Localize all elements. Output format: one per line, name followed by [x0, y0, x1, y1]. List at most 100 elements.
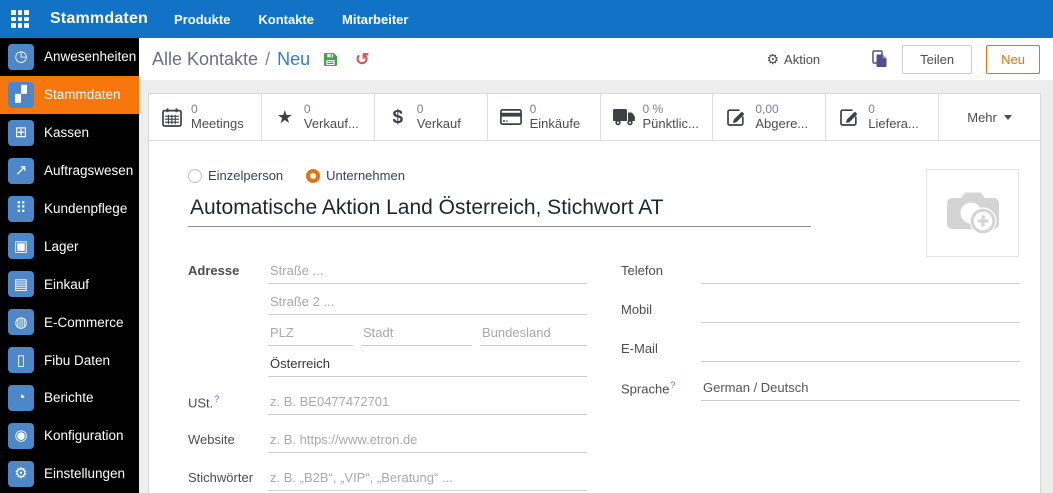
stat-label: Meetings	[191, 116, 244, 132]
sidebar-item-einkauf[interactable]: ▤ Einkauf	[0, 265, 139, 303]
radio-einzelperson[interactable]: Einzelperson	[188, 168, 283, 183]
aktion-label: Aktion	[784, 51, 821, 67]
aktion-button[interactable]: ⚙ Aktion	[766, 52, 820, 67]
save-icon[interactable]	[323, 52, 338, 67]
teilen-button[interactable]: Teilen	[902, 44, 973, 74]
stat-button-einkaeufe[interactable]: 0 Einkäufe	[487, 94, 601, 140]
crm-people-icon: ⠿	[8, 195, 34, 222]
reports-gauge-icon: ◔	[8, 384, 34, 411]
credit-card-icon	[499, 109, 523, 125]
topnav-produkte[interactable]: Produkte	[174, 12, 230, 27]
orders-chart-icon: ↗	[8, 157, 34, 184]
purchase-wallet-icon: ▤	[8, 271, 34, 298]
ust-label: USt.?	[188, 394, 220, 411]
stat-button-puenktlichkeit[interactable]: 0 % Pünktlic...	[600, 94, 714, 140]
stat-button-meetings[interactable]: 0 Meetings	[149, 94, 262, 140]
stat-button-verkauf[interactable]: $ 0 Verkauf	[374, 94, 488, 140]
sidebar-item-kundenpflege[interactable]: ⠿ Kundenpflege	[0, 190, 139, 228]
email-input[interactable]	[701, 338, 1020, 362]
stat-value: 0,00	[755, 102, 779, 116]
app-title[interactable]: Stammdaten	[50, 10, 148, 28]
telefon-input[interactable]	[701, 260, 1020, 284]
mobil-input[interactable]	[701, 299, 1020, 323]
stat-label: Liefera...	[868, 116, 919, 132]
sidebar-item-label: E-Commerce	[44, 314, 124, 330]
website-input[interactable]	[268, 429, 587, 453]
stat-value: 0	[529, 102, 537, 116]
stadt-input[interactable]	[361, 322, 472, 346]
content-area: 0 Meetings ★ 0 Verkauf... $ 0 Verkauf 0 …	[139, 80, 1053, 493]
sidebar-item-auftragswesen[interactable]: ↗ Auftragswesen	[0, 152, 139, 190]
stichwoerter-label: Stichwörter	[188, 470, 254, 485]
sidebar-item-label: Stammdaten	[44, 87, 121, 103]
pos-grid-icon: ⊞	[8, 119, 34, 146]
breadcrumb-current: Neu	[277, 48, 311, 69]
sidebar-item-label: Berichte	[44, 390, 94, 406]
stat-button-lieferauftraege[interactable]: 0 Liefera...	[826, 94, 940, 140]
sidebar-item-ecommerce[interactable]: ◍ E-Commerce	[0, 303, 139, 341]
stat-button-abgerechnet[interactable]: 0,00 Abgere...	[713, 94, 827, 140]
ecommerce-globe-icon: ◍	[8, 309, 34, 336]
ust-input[interactable]	[268, 391, 587, 415]
contact-name-input[interactable]	[188, 196, 811, 227]
copy-icon[interactable]	[872, 50, 888, 68]
strasse2-input[interactable]	[268, 291, 587, 315]
radio-label: Einzelperson	[208, 168, 284, 183]
sidebar-item-lager[interactable]: ▣ Lager	[0, 227, 139, 265]
land-input[interactable]	[268, 353, 587, 377]
topnav-kontakte[interactable]: Kontakte	[258, 12, 314, 27]
telefon-label: Telefon	[621, 263, 663, 278]
mobil-label: Mobil	[621, 302, 653, 317]
sidebar-item-anwesenheiten[interactable]: ◷ Anwesenheiten	[0, 38, 139, 76]
topbar: Stammdaten Produkte Kontakte Mitarbeiter	[0, 0, 1053, 38]
sprache-input[interactable]	[701, 377, 1020, 401]
sidebar-item-label: Kassen	[44, 125, 90, 141]
stat-value: 0	[191, 102, 198, 116]
radio-unselected-icon	[188, 168, 202, 183]
sidebar-item-label: Anwesenheiten	[44, 49, 137, 65]
edit-icon	[724, 107, 748, 127]
sidebar-item-fibu-daten[interactable]: ▯ Fibu Daten	[0, 341, 139, 379]
caret-down-icon	[1003, 114, 1012, 120]
sidebar-item-stammdaten[interactable]: ▞ Stammdaten	[0, 75, 139, 114]
sidebar-item-kassen[interactable]: ⊞ Kassen	[0, 114, 139, 152]
apps-grid-icon[interactable]	[11, 10, 29, 28]
top-navigation: Produkte Kontakte Mitarbeiter	[174, 12, 408, 27]
stat-button-verkaufschancen[interactable]: ★ 0 Verkauf...	[261, 94, 375, 140]
help-icon: ?	[670, 380, 676, 390]
master-data-icon: ▞	[8, 81, 34, 108]
sidebar-item-konfiguration[interactable]: ◉ Konfiguration	[0, 417, 139, 455]
sidebar-item-label: Einstellungen	[44, 466, 126, 482]
discard-undo-icon[interactable]: ↺	[355, 51, 369, 68]
sidebar-item-label: Lager	[44, 238, 79, 254]
email-label: E-Mail	[621, 341, 658, 356]
sidebar-item-label: Kundenpflege	[44, 201, 128, 216]
form-left-column: Adresse Straße ... Straße 2 ... PLZ Stad…	[188, 260, 587, 493]
camera-plus-icon	[946, 192, 999, 235]
stat-label: Pünktlic...	[642, 116, 699, 132]
configuration-globe-icon: ◉	[8, 422, 34, 449]
edit-icon	[837, 107, 861, 127]
stat-label: Einkäufe	[529, 116, 581, 132]
sidebar-item-einstellungen[interactable]: ⚙ Einstellungen	[0, 455, 139, 493]
sidebar-item-label: Auftragswesen	[44, 163, 134, 179]
plz-input[interactable]	[268, 322, 353, 346]
neu-button[interactable]: Neu	[986, 44, 1040, 74]
bundesland-input[interactable]	[480, 322, 587, 346]
mehr-button[interactable]: Mehr	[939, 94, 1040, 140]
sidebar: ◷ Anwesenheiten ▞ Stammdaten ⊞ Kassen ↗ …	[0, 38, 139, 493]
breadcrumb-parent[interactable]: Alle Kontakte	[152, 49, 258, 70]
control-panel: Alle Kontakte / Neu ↺ ⚙ Aktion Teilen Ne…	[139, 38, 1053, 80]
strasse-input[interactable]	[268, 260, 587, 284]
radio-unternehmen[interactable]: Unternehmen	[306, 168, 405, 183]
adresse-label: Adresse	[188, 263, 240, 278]
star-icon: ★	[276, 107, 293, 127]
stat-label: Abgere...	[755, 116, 809, 132]
sidebar-item-berichte[interactable]: ◔ Berichte	[0, 379, 139, 417]
avatar-upload[interactable]	[926, 169, 1019, 257]
truck-icon	[612, 108, 636, 126]
topnav-mitarbeiter[interactable]: Mitarbeiter	[342, 12, 408, 27]
stichwoerter-input[interactable]	[268, 467, 587, 491]
stat-label: Verkauf...	[303, 116, 359, 132]
stat-label: Verkauf	[416, 116, 461, 132]
